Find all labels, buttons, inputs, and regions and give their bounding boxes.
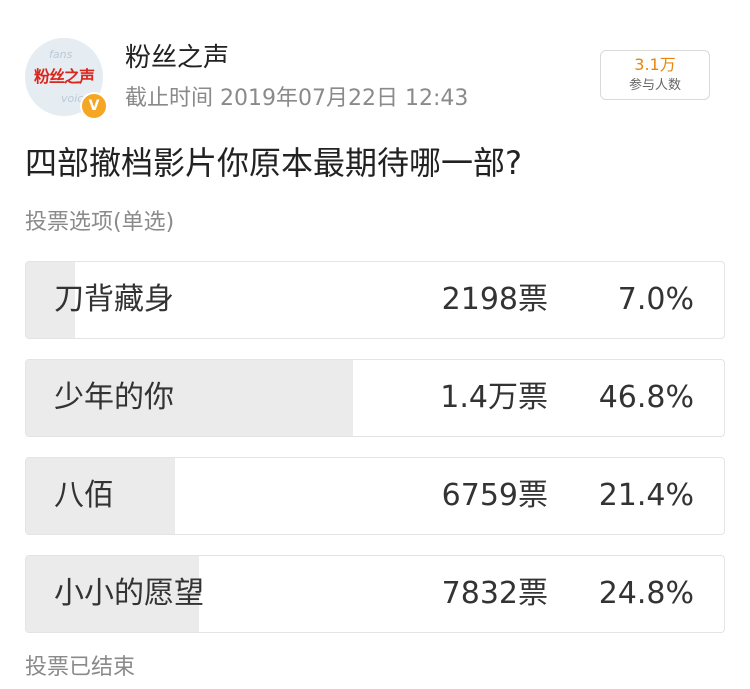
poll-option-label: 小小的愿望	[54, 576, 204, 611]
account-avatar[interactable]: fans 粉丝之声 voice V	[25, 38, 108, 120]
poll-option-percent: 46.8%	[598, 380, 694, 415]
poll-status: 投票已结束	[25, 655, 136, 680]
poll-option-votes: 1.4万票	[440, 380, 548, 415]
avatar-watermark-top: fans	[49, 48, 73, 61]
participants-label: 参与人数	[628, 78, 681, 93]
poll-deadline: 截止时间 2019年07月22日 12:43	[125, 86, 469, 111]
vote-type-label: 投票选项(单选)	[25, 210, 175, 235]
participants-count: 3.1万	[634, 55, 676, 74]
poll-option-percent: 7.0%	[617, 282, 694, 317]
verified-badge-icon: V	[80, 92, 108, 120]
poll-option-votes: 6759票	[441, 478, 548, 513]
poll-option-label: 刀背藏身	[54, 282, 174, 317]
poll-option[interactable]: 少年的你 1.4万票 46.8%	[25, 359, 725, 437]
poll-option[interactable]: 小小的愿望 7832票 24.8%	[25, 555, 725, 633]
poll-option-percent: 21.4%	[598, 478, 694, 513]
participants-badge: 3.1万 参与人数	[600, 50, 710, 100]
poll-option-label: 八佰	[54, 478, 114, 513]
account-name[interactable]: 粉丝之声	[125, 40, 229, 76]
poll-option-percent: 24.8%	[598, 576, 694, 611]
poll-option-votes: 2198票	[441, 282, 548, 317]
poll-option[interactable]: 刀背藏身 2198票 7.0%	[25, 261, 725, 339]
poll-option[interactable]: 八佰 6759票 21.4%	[25, 457, 725, 535]
poll-option-votes: 7832票	[441, 576, 548, 611]
poll-option-label: 少年的你	[54, 380, 174, 415]
avatar-logo-text: 粉丝之声	[33, 67, 95, 86]
poll-card: fans 粉丝之声 voice V 粉丝之声 截止时间 2019年07月22日 …	[0, 0, 750, 689]
poll-question: 四部撤档影片你原本最期待哪一部?	[25, 144, 522, 182]
